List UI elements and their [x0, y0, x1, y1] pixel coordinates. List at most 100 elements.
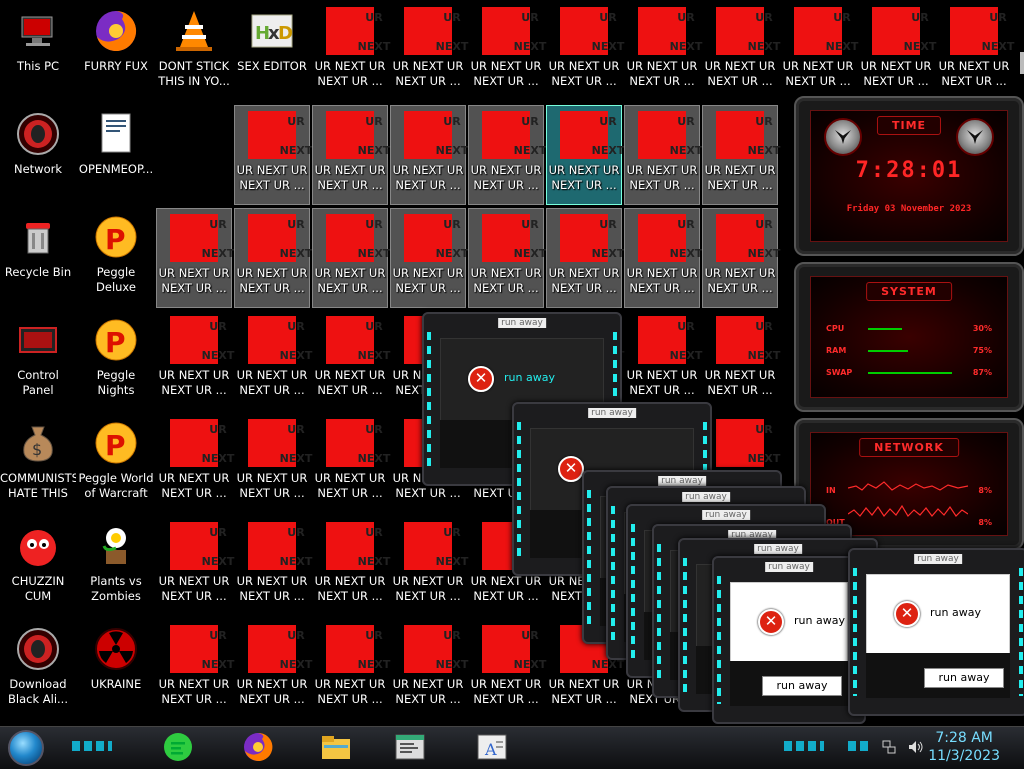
ur-next-icon-item[interactable]: URNEXTUR NEXT UR NEXT UR ...	[390, 2, 468, 102]
desktop-icon[interactable]: FURRY FUX	[78, 2, 154, 102]
desktop-icon-label: SEX EDITOR	[237, 59, 307, 73]
ur-next-icon-item[interactable]: URNEXTUR NEXT UR NEXT UR ...	[234, 105, 312, 205]
ur-next-icon-item[interactable]: URNEXTUR NEXT UR NEXT UR ...	[702, 2, 780, 102]
document-window-icon[interactable]	[394, 731, 426, 763]
ur-next-icon-item[interactable]: URNEXTUR NEXT UR NEXT UR ...	[156, 208, 234, 308]
desktop-icon[interactable]: Network	[0, 105, 76, 205]
ur-next-icon-item[interactable]: URNEXTUR NEXT UR NEXT UR ...	[234, 208, 312, 308]
ur-next-icon-item[interactable]: URNEXTUR NEXT UR NEXT UR ...	[156, 414, 234, 514]
notes-app-icon[interactable]	[162, 731, 194, 763]
ur-next-icon-item[interactable]: URNEXT UR NEXT UR NEXT UR ...	[780, 2, 858, 102]
desktop-icon[interactable]: P Peggle Nights Deluxe	[78, 311, 154, 411]
ur-next-icon-item[interactable]: URNEXTUR NEXT UR NEXT UR ...	[390, 517, 468, 617]
network-graph	[848, 481, 968, 517]
ur-next-icon-item[interactable]: URNEXTUR NEXT UR NEXT UR ...	[312, 414, 390, 514]
alien-head-left-icon	[824, 118, 862, 156]
ur-next-icon-item[interactable]: URNEXTUR NEXT UR NEXT UR ...	[468, 2, 546, 102]
ur-next-icon-item[interactable]: URNEXTUR NEXT UR NEXT UR ...	[156, 517, 234, 617]
dialog-message: run away	[504, 371, 555, 384]
ur-next-icon-item[interactable]: URNEXTUR NEXT UR NEXT UR ...	[468, 105, 546, 205]
desktop[interactable]: This PC Network Recycle Bin Control Panel $ C…	[0, 0, 1024, 726]
ur-next-icon-item[interactable]: URNEXTUR NEXT UR NEXT UR ...	[702, 208, 780, 308]
ur-next-icon-item[interactable]: URNEXT UR NEXT UR NEXT UR ...	[936, 2, 1014, 102]
start-orb-button[interactable]	[8, 730, 44, 766]
ur-next-icon-item[interactable]: URNEXTUR NEXT UR NEXT UR ...	[312, 311, 390, 411]
ur-next-icon-item[interactable]: URNEXTUR NEXT UR NEXT UR ...	[468, 208, 546, 308]
file-explorer-icon[interactable]	[320, 731, 352, 763]
desktop-icon-label: UR NEXT UR NEXT UR ...	[314, 677, 386, 706]
ur-next-icon-item[interactable]: URNEXTUR NEXT UR NEXT UR ...	[390, 620, 468, 720]
desktop-icon[interactable]: OPENMEOP...	[78, 105, 154, 205]
document-window-glyph	[395, 734, 425, 760]
system-gadget[interactable]: SYSTEM CPU 30% RAM 75% SWAP 87%	[794, 262, 1024, 412]
desktop-icon[interactable]: DONT STICK THIS IN YO...	[156, 2, 232, 102]
ur-next-icon-item[interactable]: URNEXTUR NEXT UR NEXT UR ...	[624, 311, 702, 411]
time-gadget[interactable]: TIME 7:28:01 Friday 03 November 2023	[794, 96, 1024, 256]
ur-next-icon-item[interactable]: URNEXTUR NEXT UR NEXT UR ...	[234, 620, 312, 720]
desktop-icon[interactable]: CHUZZIN CUM	[0, 517, 76, 617]
desktop-icon-label: UR NEXT UR NEXT UR ...	[782, 59, 854, 88]
ur-next-icon-item[interactable]: URNEXTUR NEXT UR NEXT UR ...	[546, 105, 624, 205]
ur-next-icon-item[interactable]: URNEXTUR NEXT UR NEXT UR ...	[156, 620, 234, 720]
desktop-icon[interactable]: Download Black Ali...	[0, 620, 76, 720]
ur-next-icon-item[interactable]: URNEXTUR NEXT UR NEXT UR ...	[624, 2, 702, 102]
ur-next-icon-item[interactable]: URNEXTUR NEXT UR NEXT UR ...	[312, 208, 390, 308]
desktop-icon-label: UR NEXT UR NEXT UR ...	[548, 59, 620, 88]
ur-icon-bottom-text: NEXT	[747, 349, 781, 362]
volume-icon[interactable]	[908, 739, 924, 753]
money-bag-icon: $	[14, 419, 62, 467]
ur-next-icon-item[interactable]: URNEXTUR NEXT UR NEXT UR ...	[624, 208, 702, 308]
desktop-icon[interactable]: Plants vs Zombies	[78, 517, 154, 617]
notes-app-glyph	[164, 733, 192, 761]
desktop-icon[interactable]: $ COMMUNISTS HATE THIS G...	[0, 414, 76, 514]
ur-next-icon-item[interactable]: URNEXTUR NEXT UR NEXT UR ...	[468, 620, 546, 720]
ur-next-icon-item[interactable]: URNEXTUR NEXT UR NEXT UR ...	[546, 208, 624, 308]
desktop-icon[interactable]: This PC	[0, 2, 76, 102]
desktop-icon-label: UR NEXT UR NEXT UR ...	[470, 574, 542, 603]
dialog-light-strip	[587, 490, 591, 624]
run-away-button[interactable]: run away	[924, 668, 1004, 688]
desktop-icon-label: Plants vs Zombies	[90, 574, 142, 603]
ur-next-icon-item[interactable]: URNEXTUR NEXT UR NEXT UR ...	[234, 414, 312, 514]
ur-next-icon-item[interactable]: URNEXTUR NEXT UR NEXT UR ...	[702, 311, 780, 411]
desktop-icon-label: Recycle Bin	[4, 265, 72, 279]
desktop-icon[interactable]: P Peggle World of Warcraft	[78, 414, 154, 514]
ur-next-icon-item[interactable]: URNEXTUR NEXT UR NEXT UR ...	[546, 2, 624, 102]
desktop-icon-label: UR NEXT UR NEXT UR ...	[938, 59, 1010, 88]
network-tray-icon[interactable]	[882, 739, 896, 754]
ur-next-icon: URNEXT	[404, 111, 468, 159]
ur-next-icon-item[interactable]: URNEXTUR NEXT UR NEXT UR ...	[312, 105, 390, 205]
taskbar-clock[interactable]: 7:28 AM 11/3/2023	[928, 729, 1000, 765]
run-away-error-dialog[interactable]: run away ✕ run away run away	[712, 556, 866, 724]
ur-next-icon-item[interactable]: URNEXTUR NEXT UR NEXT UR ...	[624, 105, 702, 205]
desktop-icon[interactable]: UKRAINE	[78, 620, 154, 720]
run-away-button[interactable]: run away	[762, 676, 842, 696]
cpu-value: 30%	[972, 324, 992, 333]
ur-next-icon-item[interactable]: URNEXTUR NEXT UR NEXT UR ...	[390, 208, 468, 308]
desktop-icon[interactable]: Control Panel	[0, 311, 76, 411]
dialog-title: run away	[702, 510, 750, 520]
ur-next-icon: URNEXT	[638, 214, 702, 262]
text-editor-icon[interactable]: A	[476, 731, 508, 763]
ur-next-icon-item[interactable]: URNEXTUR NEXT UR NEXT UR ...	[234, 311, 312, 411]
plant-icon	[92, 522, 140, 570]
ur-next-icon: URNEXT	[170, 316, 234, 364]
run-away-error-dialog[interactable]: run away ✕ run away run away	[848, 548, 1024, 716]
ur-next-icon-item[interactable]: URNEXTUR NEXT UR NEXT UR ...	[312, 620, 390, 720]
ur-next-icon-item[interactable]: URNEXTUR NEXT UR NEXT UR ...	[390, 105, 468, 205]
ur-next-icon-item[interactable]: URNEXTUR NEXT UR NEXT UR ...	[702, 105, 780, 205]
ur-next-icon-item[interactable]: URNEXTUR NEXT UR NEXT UR ...	[234, 517, 312, 617]
ur-next-icon: URNEXT	[794, 7, 858, 55]
ur-next-icon-item[interactable]: URNEXTUR NEXT UR NEXT UR ...	[312, 517, 390, 617]
ram-label: RAM	[826, 346, 847, 355]
dialog-light-strip	[683, 558, 687, 692]
ur-next-icon-item[interactable]: URNEXTUR NEXT UR NEXT UR ...	[312, 2, 390, 102]
ur-next-icon-item[interactable]: URNEXTUR NEXT UR NEXT UR ...	[858, 2, 936, 102]
ur-next-icon-item[interactable]: URNEXTUR NEXT UR NEXT UR ...	[156, 311, 234, 411]
ur-next-icon: URNEXT	[872, 7, 936, 55]
firefox-icon[interactable]	[242, 731, 274, 763]
desktop-icon[interactable]: Recycle Bin	[0, 208, 76, 308]
ur-next-icon: URNEXT	[950, 7, 1014, 55]
desktop-icon[interactable]: P Peggle Deluxe	[78, 208, 154, 308]
desktop-icon[interactable]: Hx D SEX EDITOR	[234, 2, 310, 102]
